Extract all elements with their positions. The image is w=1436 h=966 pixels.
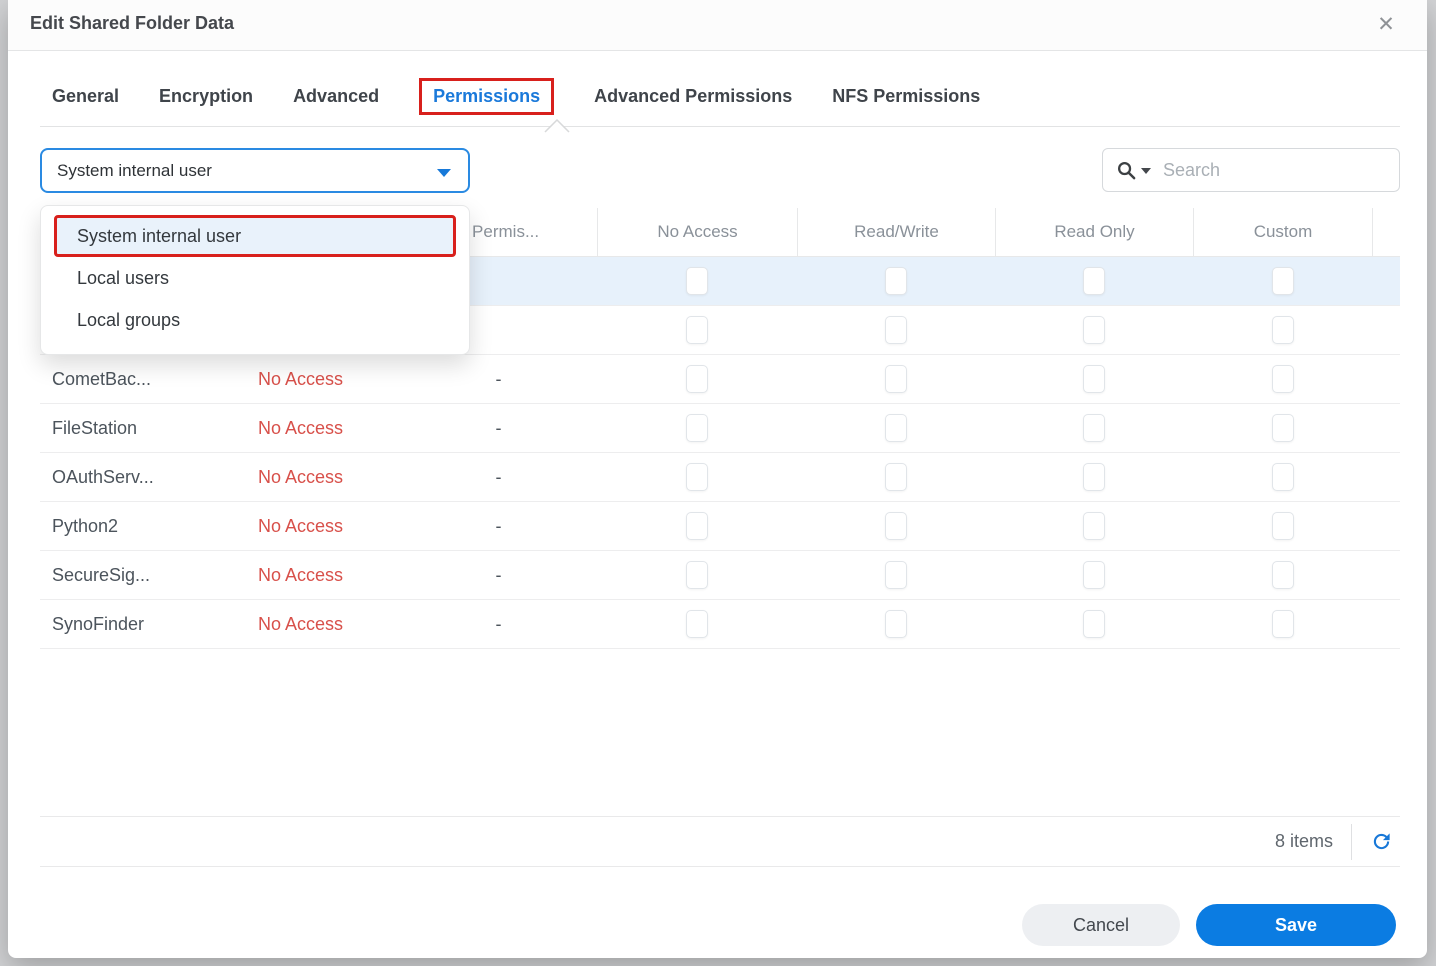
no-access-checkbox[interactable] — [686, 610, 708, 638]
no-access-checkbox[interactable] — [686, 463, 708, 491]
read-write-checkbox[interactable] — [885, 365, 907, 393]
refresh-button[interactable] — [1368, 829, 1394, 855]
read-only-checkbox[interactable] — [1083, 610, 1105, 638]
footer-status-row: 8 items — [40, 817, 1400, 866]
menu-item-local-users[interactable]: Local users — [54, 257, 456, 299]
custom-checkbox[interactable] — [1271, 414, 1294, 442]
no-access-checkbox[interactable] — [686, 414, 708, 442]
table-row[interactable]: OAuthServ... No Access - — [40, 453, 1400, 502]
custom-checkbox[interactable] — [1271, 561, 1294, 589]
user-type-select[interactable]: System internal user — [40, 148, 470, 193]
read-write-checkbox[interactable] — [885, 463, 907, 491]
search-box[interactable] — [1102, 148, 1400, 192]
menu-item-local-groups[interactable]: Local groups — [54, 299, 456, 341]
edit-shared-folder-dialog: Edit Shared Folder Data ✕ General Encrypt… — [8, 0, 1427, 958]
header-no-access[interactable]: No Access — [597, 208, 797, 256]
row-name: SynoFinder — [52, 613, 145, 634]
tab-advanced[interactable]: Advanced — [293, 86, 379, 107]
dialog-titlebar: Edit Shared Folder Data ✕ — [8, 0, 1427, 51]
row-preview: No Access — [258, 564, 344, 585]
read-only-checkbox[interactable] — [1083, 365, 1105, 393]
no-access-checkbox[interactable] — [686, 561, 708, 589]
search-input[interactable] — [1161, 158, 1375, 182]
annotation-box-permissions-tab: Permissions — [419, 77, 555, 115]
tab-general[interactable]: General — [52, 86, 119, 107]
cancel-button[interactable]: Cancel — [1022, 904, 1180, 946]
read-only-checkbox[interactable] — [1083, 267, 1105, 295]
table-row[interactable]: FileStation No Access - — [40, 404, 1400, 453]
tab-divider-line — [40, 126, 1400, 127]
read-only-checkbox[interactable] — [1083, 316, 1105, 344]
read-only-checkbox[interactable] — [1083, 561, 1105, 589]
table-row[interactable]: SynoFinder No Access - — [40, 600, 1400, 649]
row-group-permissions: - — [495, 564, 502, 585]
read-write-checkbox[interactable] — [885, 610, 907, 638]
no-access-checkbox[interactable] — [686, 365, 708, 393]
tab-permissions[interactable]: Permissions — [433, 86, 540, 106]
read-write-checkbox[interactable] — [885, 267, 907, 295]
row-group-permissions: - — [495, 368, 502, 389]
no-access-checkbox[interactable] — [686, 316, 708, 344]
no-access-checkbox[interactable] — [686, 512, 708, 540]
dialog-title: Edit Shared Folder Data — [30, 13, 235, 33]
close-icon[interactable]: ✕ — [1371, 9, 1401, 39]
custom-checkbox[interactable] — [1271, 365, 1294, 393]
active-tab-notch — [544, 119, 570, 133]
row-name: SecureSig... — [52, 564, 151, 585]
row-name: CometBac... — [52, 368, 152, 389]
no-access-checkbox[interactable] — [686, 267, 708, 295]
footer-vertical-divider — [1351, 823, 1352, 860]
row-preview: No Access — [258, 417, 344, 438]
row-preview: No Access — [258, 466, 344, 487]
read-only-checkbox[interactable] — [1083, 512, 1105, 540]
search-options-caret-icon[interactable] — [1141, 168, 1151, 174]
row-group-permissions: - — [495, 466, 502, 487]
row-preview: No Access — [258, 613, 344, 634]
header-read-only[interactable]: Read Only — [995, 208, 1193, 256]
row-name: FileStation — [52, 417, 138, 438]
save-button[interactable]: Save — [1196, 904, 1396, 946]
header-custom[interactable]: Custom — [1193, 208, 1372, 256]
header-read-write[interactable]: Read/Write — [797, 208, 995, 256]
custom-checkbox[interactable] — [1271, 267, 1294, 295]
read-write-checkbox[interactable] — [885, 414, 907, 442]
chevron-down-icon — [437, 169, 451, 177]
tab-advanced-permissions[interactable]: Advanced Permissions — [594, 86, 792, 107]
tab-nfs-permissions[interactable]: NFS Permissions — [832, 86, 980, 107]
table-row[interactable]: SecureSig... No Access - — [40, 551, 1400, 600]
user-type-select-value: System internal user — [57, 160, 212, 180]
row-group-permissions: - — [495, 515, 502, 536]
row-name: OAuthServ... — [52, 466, 154, 487]
tab-encryption[interactable]: Encryption — [159, 86, 253, 107]
table-row[interactable]: Python2 No Access - — [40, 502, 1400, 551]
row-preview: No Access — [258, 515, 344, 536]
read-write-checkbox[interactable] — [885, 512, 907, 540]
footer-bottom-divider — [40, 866, 1400, 867]
row-name: Python2 — [52, 515, 119, 536]
refresh-icon — [1373, 833, 1390, 850]
custom-checkbox[interactable] — [1271, 463, 1294, 491]
tab-bar: General Encryption Advanced Permissions Adva… — [52, 77, 980, 115]
read-only-checkbox[interactable] — [1083, 463, 1105, 491]
read-write-checkbox[interactable] — [885, 316, 907, 344]
menu-item-system-internal-user[interactable]: System internal user — [54, 215, 456, 257]
search-icon — [1118, 161, 1136, 179]
read-only-checkbox[interactable] — [1083, 414, 1105, 442]
header-filler — [1372, 208, 1400, 256]
items-count: 8 items — [1274, 831, 1333, 851]
row-preview: No Access — [258, 368, 344, 389]
user-type-dropdown-menu: System internal user Local users Local gro… — [40, 205, 470, 355]
read-write-checkbox[interactable] — [885, 561, 907, 589]
row-group-permissions: - — [495, 613, 502, 634]
row-group-permissions: - — [495, 417, 502, 438]
custom-checkbox[interactable] — [1271, 512, 1294, 540]
custom-checkbox[interactable] — [1271, 610, 1294, 638]
custom-checkbox[interactable] — [1271, 316, 1294, 344]
table-row[interactable]: CometBac... No Access - — [40, 355, 1400, 404]
